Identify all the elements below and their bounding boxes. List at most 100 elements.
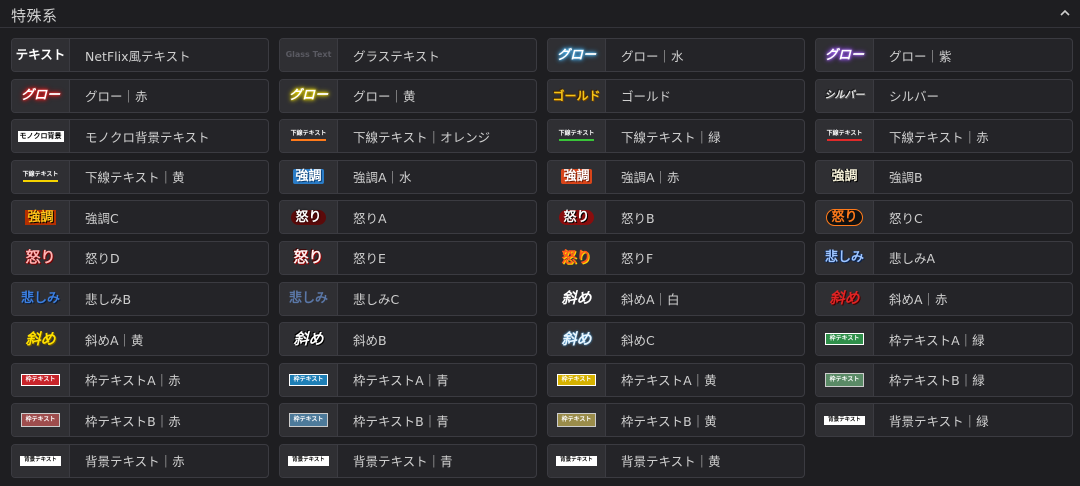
preset-label: 強調B [889, 170, 923, 186]
thumbnail-text: 怒り [293, 248, 324, 267]
preset-item[interactable]: 下線テキスト 下線テキスト｜赤 [815, 119, 1073, 154]
thumbnail-text: 下線テキスト [22, 171, 59, 182]
preset-thumbnail: 斜め [548, 323, 606, 356]
preset-thumbnail: 下線テキスト [280, 120, 338, 153]
preset-thumbnail: Glass Text [280, 39, 338, 71]
preset-thumbnail: 怒り [280, 241, 338, 274]
preset-thumbnail: グロー [12, 79, 70, 112]
preset-thumbnail: 悲しみ [816, 241, 874, 274]
preset-item[interactable]: 斜め 斜めA｜赤 [815, 281, 1073, 316]
preset-label: 枠テキストA｜青 [353, 373, 449, 389]
preset-item[interactable]: Glass Text グラステキスト [279, 38, 537, 72]
preset-item[interactable]: 斜め 斜めB [279, 322, 537, 357]
preset-item[interactable]: グロー グロー｜紫 [815, 38, 1073, 72]
preset-item[interactable]: 斜め 斜めA｜黄 [11, 322, 269, 357]
thumbnail-text: グロー [556, 47, 596, 63]
preset-thumbnail: 枠テキスト [816, 323, 874, 356]
thumbnail-text: 背景テキスト [824, 415, 865, 426]
preset-item[interactable]: ゴールド ゴールド [547, 78, 805, 113]
chevron-up-icon[interactable] [1058, 6, 1072, 20]
preset-item[interactable]: 怒り 怒りF [547, 240, 805, 275]
preset-item[interactable]: グロー グロー｜水 [547, 38, 805, 72]
preset-item[interactable]: 背景テキスト 背景テキスト｜青 [279, 443, 537, 478]
preset-item[interactable]: テキスト NetFlix風テキスト [11, 38, 269, 72]
preset-thumbnail: 強調 [548, 160, 606, 193]
preset-item[interactable]: 強調 強調A｜赤 [547, 159, 805, 194]
preset-item[interactable]: 強調 強調A｜水 [279, 159, 537, 194]
preset-label: 怒りB [621, 210, 655, 226]
preset-label: 下線テキスト｜黄 [85, 170, 185, 186]
thumbnail-text: 背景テキスト [20, 456, 61, 466]
thumbnail-text: グロー [824, 47, 864, 63]
section-header[interactable]: 特殊系 [0, 0, 1080, 28]
thumbnail-text: 強調 [293, 169, 324, 185]
preset-item[interactable]: 枠テキスト 枠テキストB｜青 [279, 403, 537, 438]
preset-item[interactable]: 斜め 斜めC [547, 322, 805, 357]
thumbnail-text: シルバー [824, 89, 865, 101]
preset-label: 背景テキスト｜赤 [85, 454, 185, 470]
thumbnail-text: 枠テキスト [824, 333, 865, 346]
preset-thumbnail: 枠テキスト [816, 363, 874, 396]
thumbnail-text: 枠テキスト [20, 373, 61, 386]
preset-thumbnail: 下線テキスト [816, 120, 874, 153]
preset-item[interactable]: グロー グロー｜黄 [279, 78, 537, 113]
preset-thumbnail: グロー [548, 39, 606, 71]
preset-thumbnail: シルバー [816, 79, 874, 112]
thumbnail-text: 枠テキスト [824, 372, 865, 387]
preset-item[interactable]: 枠テキスト 枠テキストA｜黄 [547, 362, 805, 397]
preset-label: 背景テキスト｜青 [353, 454, 453, 470]
preset-item[interactable]: 背景テキスト 背景テキスト｜赤 [11, 443, 269, 478]
thumbnail-text: 怒り [826, 208, 863, 226]
preset-item[interactable]: シルバー シルバー [815, 78, 1073, 113]
preset-label: 怒りE [353, 251, 386, 267]
preset-label: 下線テキスト｜オレンジ [353, 129, 491, 145]
thumbnail-text: グロー [20, 88, 60, 104]
preset-thumbnail: 枠テキスト [548, 404, 606, 437]
preset-item[interactable]: 怒り 怒りD [11, 240, 269, 275]
preset-thumbnail: 悲しみ [280, 282, 338, 315]
preset-item[interactable]: 枠テキスト 枠テキストB｜緑 [815, 362, 1073, 397]
preset-label: グラステキスト [353, 48, 440, 64]
thumbnail-text: ゴールド [552, 88, 601, 103]
preset-thumbnail: 下線テキスト [548, 120, 606, 153]
preset-item[interactable]: 下線テキスト 下線テキスト｜黄 [11, 159, 269, 194]
preset-item[interactable]: 怒り 怒りE [279, 240, 537, 275]
preset-item[interactable]: 枠テキスト 枠テキストA｜緑 [815, 322, 1073, 357]
preset-thumbnail: グロー [280, 79, 338, 112]
preset-item[interactable]: 悲しみ 悲しみC [279, 281, 537, 316]
preset-item[interactable]: 下線テキスト 下線テキスト｜オレンジ [279, 119, 537, 154]
preset-item[interactable]: 下線テキスト 下線テキスト｜緑 [547, 119, 805, 154]
preset-item[interactable]: グロー グロー｜赤 [11, 78, 269, 113]
preset-item[interactable]: 背景テキスト 背景テキスト｜黄 [547, 443, 805, 478]
preset-item[interactable]: 斜め 斜めA｜白 [547, 281, 805, 316]
preset-label: 斜めB [353, 332, 387, 348]
preset-thumbnail: 枠テキスト [548, 363, 606, 396]
preset-item[interactable]: 怒り 怒りB [547, 200, 805, 235]
preset-item[interactable]: モノクロ背景 モノクロ背景テキスト [11, 119, 269, 154]
thumbnail-text: 斜め [561, 289, 592, 308]
preset-item[interactable]: 怒り 怒りC [815, 200, 1073, 235]
preset-label: 枠テキストA｜緑 [889, 332, 985, 348]
preset-item[interactable]: 悲しみ 悲しみB [11, 281, 269, 316]
preset-thumbnail: テキスト [12, 39, 70, 71]
thumbnail-text: 斜め [829, 289, 860, 308]
preset-thumbnail: 怒り [816, 201, 874, 234]
section-title: 特殊系 [11, 7, 58, 25]
thumbnail-text: 怒り [291, 209, 326, 225]
thumbnail-text: Glass Text [285, 50, 332, 59]
preset-item[interactable]: 怒り 怒りA [279, 200, 537, 235]
preset-thumbnail: 背景テキスト [280, 444, 338, 477]
preset-item[interactable]: 強調 強調C [11, 200, 269, 235]
preset-item[interactable]: 枠テキスト 枠テキストB｜黄 [547, 403, 805, 438]
preset-item[interactable]: 悲しみ 悲しみA [815, 240, 1073, 275]
preset-item[interactable]: 枠テキスト 枠テキストA｜青 [279, 362, 537, 397]
preset-item[interactable]: 強調 強調B [815, 159, 1073, 194]
preset-label: 斜めC [621, 332, 655, 348]
preset-thumbnail: 斜め [816, 282, 874, 315]
preset-thumbnail: モノクロ背景 [12, 120, 70, 153]
thumbnail-text: 枠テキスト [556, 373, 597, 386]
preset-item[interactable]: 枠テキスト 枠テキストA｜赤 [11, 362, 269, 397]
thumbnail-text: 怒り [559, 209, 594, 225]
preset-item[interactable]: 背景テキスト 背景テキスト｜緑 [815, 403, 1073, 438]
preset-item[interactable]: 枠テキスト 枠テキストB｜赤 [11, 403, 269, 438]
